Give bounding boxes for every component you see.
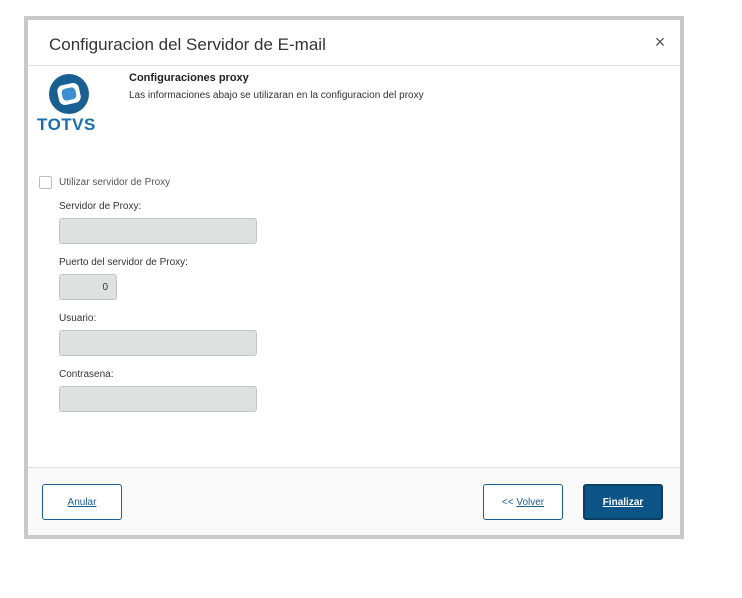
back-button-label: Volver: [516, 496, 545, 508]
email-server-config-dialog: Configuracion del Servidor de E-mail × T…: [24, 16, 684, 539]
password-label: Contrasena:: [59, 369, 114, 380]
finish-button[interactable]: Finalizar: [583, 484, 663, 520]
use-proxy-checkbox[interactable]: [39, 175, 52, 189]
dialog-titlebar: Configuracion del Servidor de E-mail ×: [28, 20, 680, 66]
logo-text: TOTVS: [37, 115, 96, 134]
back-button[interactable]: << Volver: [483, 484, 563, 520]
use-proxy-checkbox-row[interactable]: Utilizar servidor de Proxy: [39, 175, 170, 189]
user-input[interactable]: [59, 330, 257, 356]
dialog-title: Configuracion del Servidor de E-mail: [49, 35, 326, 54]
proxy-port-label: Puerto del servidor de Proxy:: [59, 257, 188, 268]
cancel-button-label: Anular: [67, 496, 97, 508]
proxy-port-input[interactable]: [59, 274, 117, 300]
dialog-footer: Anular << Volver Finalizar: [28, 467, 680, 535]
cancel-button[interactable]: Anular: [42, 484, 122, 520]
back-button-prefix: <<: [501, 496, 517, 508]
step-title: Configuraciones proxy: [129, 72, 249, 84]
user-label: Usuario:: [59, 313, 97, 324]
use-proxy-label: Utilizar servidor de Proxy: [59, 176, 171, 188]
proxy-server-label: Servidor de Proxy:: [59, 201, 142, 212]
finish-button-label: Finalizar: [602, 496, 644, 508]
step-subtitle: Las informaciones abajo se utilizaran en…: [129, 90, 424, 101]
proxy-server-input[interactable]: [59, 218, 257, 244]
password-input[interactable]: [59, 386, 257, 412]
close-icon[interactable]: ×: [650, 32, 670, 52]
